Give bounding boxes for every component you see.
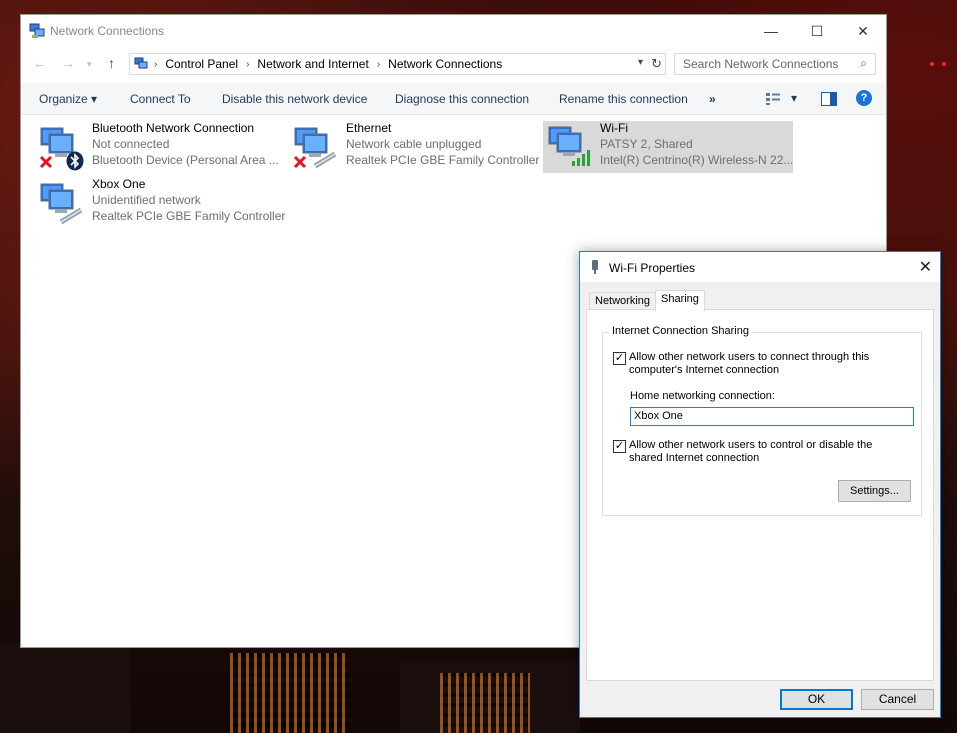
more-commands-button[interactable]: »	[709, 92, 716, 106]
connection-name: Xbox One	[92, 177, 146, 191]
connection-status: PATSY 2, Shared	[600, 137, 693, 151]
connection-item-bluetooth[interactable]: Bluetooth Network Connection Not connect…	[21, 118, 279, 174]
connection-device: Bluetooth Device (Personal Area ...	[92, 153, 279, 167]
address-bar[interactable]: › Control Panel › Network and Internet ›…	[129, 53, 666, 75]
organize-button[interactable]: Organize ▾	[39, 92, 97, 106]
connect-to-button[interactable]: Connect To	[130, 92, 191, 106]
close-button[interactable]: ✕	[840, 15, 886, 47]
organize-label: Organize	[39, 92, 88, 106]
maximize-button[interactable]: ☐	[794, 15, 840, 47]
home-networking-select[interactable]: Xbox One	[630, 407, 914, 426]
home-networking-label: Home networking connection:	[630, 390, 775, 402]
search-input[interactable]: Search Network Connections ⌕	[674, 53, 876, 75]
address-row: ← → ▾ ↑ › Control Panel › Network and In…	[21, 51, 886, 77]
breadcrumb-separator-icon[interactable]: ›	[377, 59, 380, 70]
allow-control-checkbox[interactable]: ✓	[613, 440, 626, 453]
connection-text: Ethernet Network cable unplugged Realtek…	[346, 120, 539, 168]
group-title: Internet Connection Sharing	[609, 325, 752, 337]
allow-connect-checkbox[interactable]: ✓	[613, 352, 626, 365]
view-dropdown-icon[interactable]: ▾	[791, 91, 797, 105]
connection-device: Realtek PCIe GBE Family Controller	[92, 209, 286, 223]
forward-arrow-icon[interactable]: →	[61, 55, 75, 71]
window-title: Network Connections	[50, 24, 165, 38]
breadcrumb-control-panel[interactable]: Control Panel	[165, 57, 238, 71]
disable-device-button[interactable]: Disable this network device	[222, 92, 367, 106]
search-placeholder: Search Network Connections	[683, 57, 839, 71]
address-dropdown-icon[interactable]: ▾	[638, 57, 643, 68]
allow-control-label: Allow other network users to control or …	[629, 439, 873, 464]
allow-connect-label: Allow other network users to connect thr…	[629, 351, 870, 376]
wifi-signal-icon	[572, 150, 590, 166]
bluetooth-icon	[66, 151, 84, 171]
connection-name: Bluetooth Network Connection	[92, 121, 255, 135]
preview-pane-icon[interactable]	[821, 92, 837, 106]
help-icon[interactable]: ?	[856, 90, 872, 106]
cancel-button[interactable]: Cancel	[861, 689, 934, 710]
refresh-icon[interactable]: ↻	[651, 56, 662, 72]
tab-networking[interactable]: Networking	[589, 292, 657, 310]
connection-status: Unidentified network	[92, 193, 201, 207]
connection-device: Intel(R) Centrino(R) Wireless-N 22...	[600, 153, 794, 167]
connection-device: Realtek PCIe GBE Family Controller	[346, 153, 540, 167]
dialog-title: Wi-Fi Properties	[609, 261, 696, 275]
search-icon: ⌕	[860, 56, 867, 70]
dialog-title-bar[interactable]: Wi-Fi Properties ✕	[580, 252, 940, 282]
breadcrumb: › Control Panel › Network and Internet ›…	[154, 57, 502, 71]
cable-icon	[59, 207, 83, 224]
cable-icon	[313, 151, 337, 168]
connection-status: Not connected	[92, 137, 170, 151]
wallpaper-light	[930, 62, 934, 66]
up-arrow-icon[interactable]: ↑	[108, 55, 115, 71]
connection-name: Wi-Fi	[600, 121, 628, 135]
connection-text: Xbox One Unidentified network Realtek PC…	[92, 176, 285, 224]
minimize-button[interactable]: —	[748, 15, 794, 47]
title-bar[interactable]: Network Connections — ☐ ✕	[21, 15, 886, 47]
breadcrumb-separator-icon[interactable]: ›	[246, 59, 249, 70]
back-arrow-icon[interactable]: ←	[33, 55, 47, 71]
control-panel-icon	[134, 57, 148, 69]
tab-sharing[interactable]: Sharing	[655, 290, 705, 311]
allow-control-option[interactable]: ✓ Allow other network users to control o…	[613, 439, 879, 465]
connection-status: Network cable unplugged	[346, 137, 482, 151]
wifi-adapter-icon	[592, 260, 598, 274]
breadcrumb-network-connections[interactable]: Network Connections	[388, 57, 502, 71]
connection-item-ethernet[interactable]: Ethernet Network cable unplugged Realtek…	[275, 118, 539, 174]
connection-text: Wi-Fi PATSY 2, Shared Intel(R) Centrino(…	[600, 120, 793, 168]
chevron-down-icon: ▾	[91, 92, 98, 106]
connection-text: Bluetooth Network Connection Not connect…	[92, 120, 279, 168]
breadcrumb-separator-icon: ›	[154, 58, 158, 70]
connection-name: Ethernet	[346, 121, 392, 135]
ok-button[interactable]: OK	[780, 689, 853, 710]
allow-connect-option[interactable]: ✓ Allow other network users to connect t…	[613, 351, 879, 377]
sharing-panel: Internet Connection Sharing ✓ Allow othe…	[586, 309, 934, 681]
network-connections-icon	[29, 23, 45, 38]
connection-item-wifi[interactable]: Wi-Fi PATSY 2, Shared Intel(R) Centrino(…	[543, 121, 793, 173]
connection-item-xbox-one[interactable]: Xbox One Unidentified network Realtek PC…	[21, 174, 285, 230]
recent-locations-icon[interactable]: ▾	[87, 59, 92, 70]
settings-button[interactable]: Settings...	[838, 480, 911, 502]
internet-connection-sharing-group: Internet Connection Sharing ✓ Allow othe…	[602, 325, 922, 516]
view-options-icon[interactable]	[765, 92, 781, 106]
error-x-icon	[293, 155, 307, 169]
rename-button[interactable]: Rename this connection	[559, 92, 688, 106]
wallpaper-light	[942, 62, 946, 66]
command-bar: Organize ▾ Connect To Disable this netwo…	[21, 83, 886, 115]
dialog-close-button[interactable]: ✕	[919, 257, 932, 277]
wifi-properties-dialog: Wi-Fi Properties ✕ Networking Sharing In…	[579, 251, 941, 718]
error-x-icon	[39, 155, 53, 169]
diagnose-button[interactable]: Diagnose this connection	[395, 92, 529, 106]
breadcrumb-network-and-internet[interactable]: Network and Internet	[257, 57, 368, 71]
